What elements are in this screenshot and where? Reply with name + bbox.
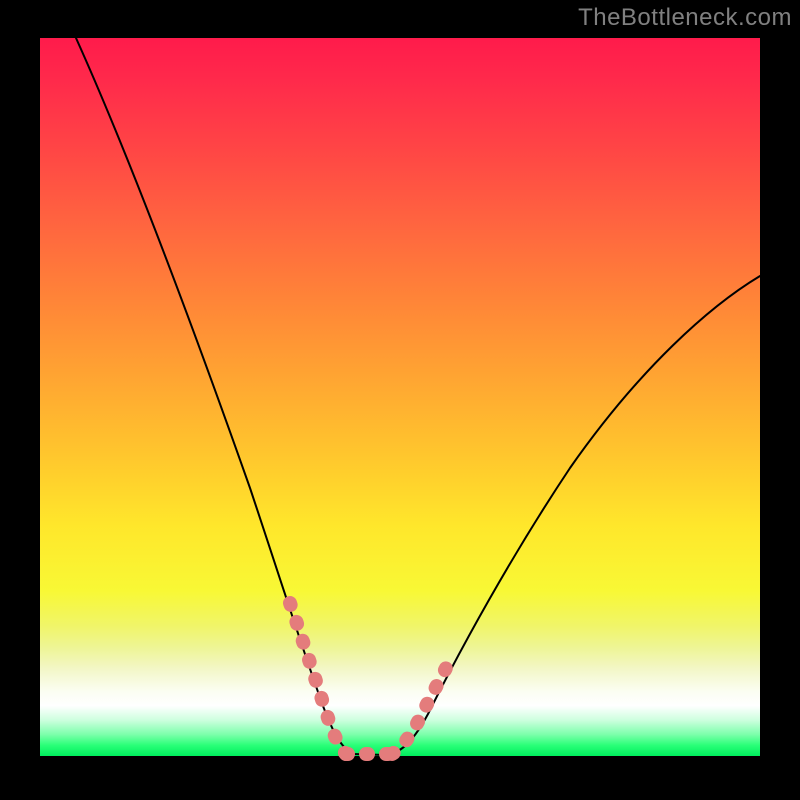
chart-frame: TheBottleneck.com	[0, 0, 800, 800]
curve-svg	[40, 38, 760, 756]
marker-band-left	[290, 603, 346, 754]
marker-band-right	[392, 668, 446, 754]
watermark-text: TheBottleneck.com	[578, 4, 792, 32]
plot-area	[40, 38, 760, 756]
bottleneck-curve-line	[76, 38, 760, 755]
